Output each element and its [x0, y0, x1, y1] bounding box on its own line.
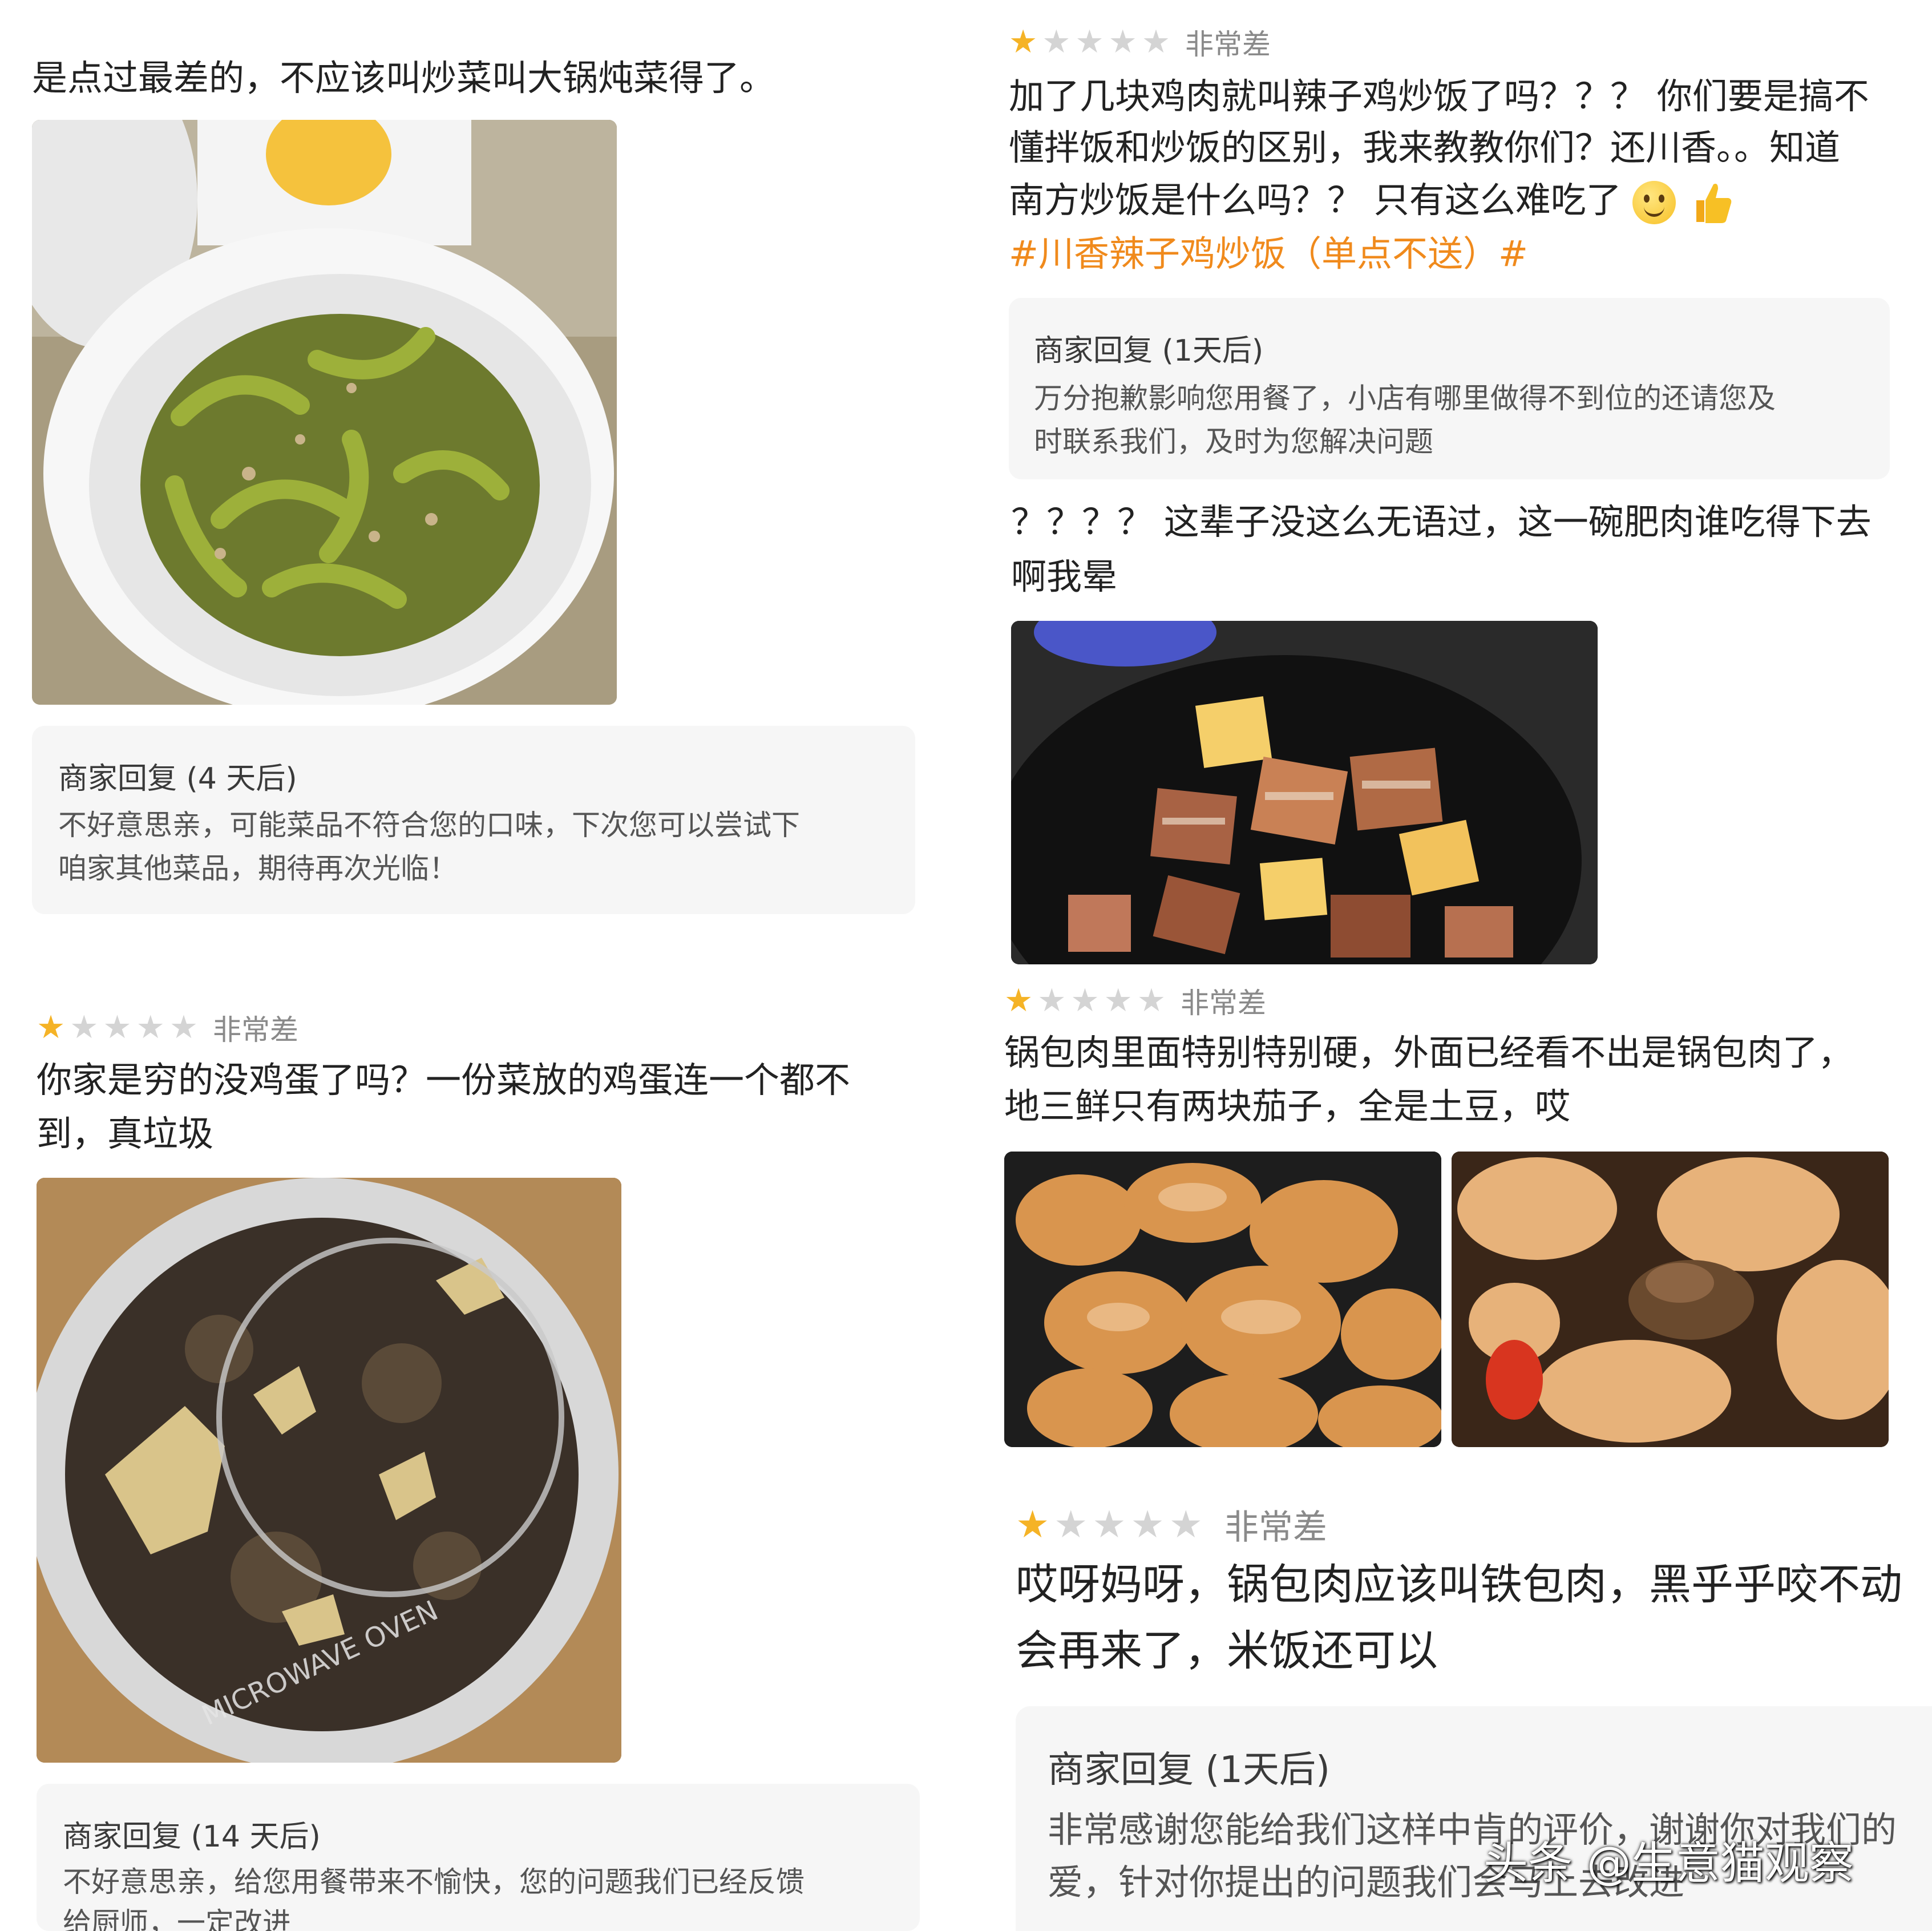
star-filled-icon: ★	[1016, 1502, 1050, 1546]
braised-pork-image	[1011, 621, 1598, 964]
review-c-rating: ★ ★ ★ ★ ★ 非常差	[1009, 22, 1271, 63]
merchant-reply-a: 商家回复 (4 天后) 不好意思亲，可能菜品不符合您的口味，下次您可以尝试下 咱…	[32, 726, 915, 914]
merchant-reply-c-title: 商家回复 (1天后)	[1034, 334, 1264, 368]
merchant-reply-b-line-1: 不好意思亲，给您用餐带来不愉快，您的问题我们已经反馈	[63, 1865, 805, 1898]
merchant-reply-a-title: 商家回复 (4 天后)	[58, 762, 297, 796]
review-b-text-line-1: 你家是穷的没鸡蛋了吗？一份菜放的鸡蛋连一个都不	[37, 1059, 851, 1101]
review-c-text-line-3: 南方炒饭是什么吗？？ 只有这么难吃了	[1009, 179, 1622, 221]
merchant-reply-a-line-1: 不好意思亲，可能菜品不符合您的口味，下次您可以尝试下	[58, 809, 800, 842]
review-b-photo[interactable]: MICROWAVE OVEN	[37, 1178, 621, 1763]
fried-pork-image	[1004, 1152, 1441, 1447]
rating-label: 非常差	[1185, 28, 1271, 61]
merchant-reply-b-title: 商家回复 (14 天后)	[63, 1820, 321, 1854]
merchant-reply-c-line-1: 万分抱歉影响您用餐了，小店有哪里做得不到位的还请您及	[1034, 382, 1776, 415]
star-empty-icon: ★	[1137, 982, 1166, 1019]
review-f-rating: ★ ★ ★ ★ ★ 非常差	[1016, 1500, 1327, 1549]
rating-label: 非常差	[1224, 1508, 1327, 1548]
star-empty-icon: ★	[1092, 1502, 1126, 1546]
star-empty-icon: ★	[1075, 23, 1104, 60]
rating-label: 非常差	[1181, 987, 1267, 1020]
review-c-text-line-1: 加了几块鸡肉就叫辣子鸡炒饭了吗？？？ 你们要是搞不	[1009, 75, 1869, 117]
star-empty-icon: ★	[1108, 23, 1137, 60]
merchant-reply-f: 商家回复 (1天后) 非常感谢您能给我们这样中肯的评价，谢谢你对我们的 爱，针对…	[1016, 1706, 1932, 1931]
green-pepper-dish-image	[32, 120, 617, 705]
review-e-text-line-2: 地三鲜只有两块茄子，全是土豆，哎	[1004, 1085, 1571, 1127]
star-empty-icon: ★	[70, 1009, 99, 1046]
review-d-text-line-1: ？？？？ 这辈子没这么无语过，这一碗肥肉谁吃得下去	[1011, 501, 1872, 543]
merchant-reply-a-line-2: 咱家其他菜品，期待再次光临！	[58, 852, 458, 885]
star-filled-icon: ★	[1009, 23, 1038, 60]
thumbs-up-emoji-icon	[1693, 181, 1733, 224]
watermark: 头条 @生意猫观察	[1484, 1838, 1854, 1889]
disanxian-image	[1452, 1152, 1889, 1447]
star-empty-icon: ★	[1169, 1502, 1203, 1546]
smile-emoji-icon	[1632, 180, 1676, 224]
review-e-rating: ★ ★ ★ ★ ★ 非常差	[1004, 980, 1266, 1021]
star-empty-icon: ★	[1141, 23, 1171, 60]
merchant-reply-c-line-2: 时联系我们，及时为您解决问题	[1034, 425, 1433, 458]
star-filled-icon: ★	[37, 1009, 66, 1046]
star-empty-icon: ★	[103, 1009, 132, 1046]
star-filled-icon: ★	[1004, 982, 1033, 1019]
review-c-text-line-2: 懂拌饭和炒饭的区别，我来教教你们？还川香。。知道	[1009, 127, 1841, 168]
review-d-photo[interactable]	[1011, 621, 1598, 964]
review-a-photo[interactable]	[32, 120, 617, 705]
merchant-reply-f-title: 商家回复 (1天后)	[1048, 1749, 1330, 1791]
merchant-reply-b-line-2: 给厨师，一定改进	[63, 1906, 291, 1931]
star-empty-icon: ★	[136, 1009, 165, 1046]
star-empty-icon: ★	[1104, 982, 1133, 1019]
rating-label: 非常差	[213, 1013, 299, 1047]
review-b-rating: ★ ★ ★ ★ ★ 非常差	[37, 1007, 298, 1048]
star-empty-icon: ★	[1037, 982, 1066, 1019]
review-c-text-line-3-wrap: 南方炒饭是什么吗？？ 只有这么难吃了	[1009, 175, 1733, 226]
review-e-text-line-1: 锅包肉里面特别特别硬，外面已经看不出是锅包肉了，	[1004, 1032, 1854, 1073]
dish-tag-link[interactable]: #川香辣子鸡炒饭（单点不送）#	[1009, 228, 1528, 280]
review-d-text-line-2: 啊我晕	[1011, 556, 1118, 597]
star-empty-icon: ★	[1130, 1502, 1165, 1546]
review-f-text-line-2: 会再来了，米饭还可以	[1016, 1626, 1438, 1675]
review-e-photo-2[interactable]	[1452, 1152, 1889, 1447]
egg-dish-image: MICROWAVE OVEN	[37, 1178, 621, 1763]
review-b-text-line-2: 到，真垃圾	[37, 1113, 214, 1154]
review-e-photo-1[interactable]	[1004, 1152, 1441, 1447]
merchant-reply-c: 商家回复 (1天后) 万分抱歉影响您用餐了，小店有哪里做得不到位的还请您及 时联…	[1009, 298, 1890, 479]
star-empty-icon: ★	[1070, 982, 1100, 1019]
star-empty-icon: ★	[169, 1009, 199, 1046]
review-f-text-line-1: 哎呀妈呀，锅包肉应该叫铁包肉，黑乎乎咬不动	[1016, 1560, 1902, 1609]
star-empty-icon: ★	[1042, 23, 1071, 60]
star-empty-icon: ★	[1054, 1502, 1088, 1546]
merchant-reply-b: 商家回复 (14 天后) 不好意思亲，给您用餐带来不愉快，您的问题我们已经反馈 …	[37, 1784, 920, 1931]
review-a-text: 是点过最差的，不应该叫炒菜叫大锅炖菜得了。	[32, 57, 775, 99]
